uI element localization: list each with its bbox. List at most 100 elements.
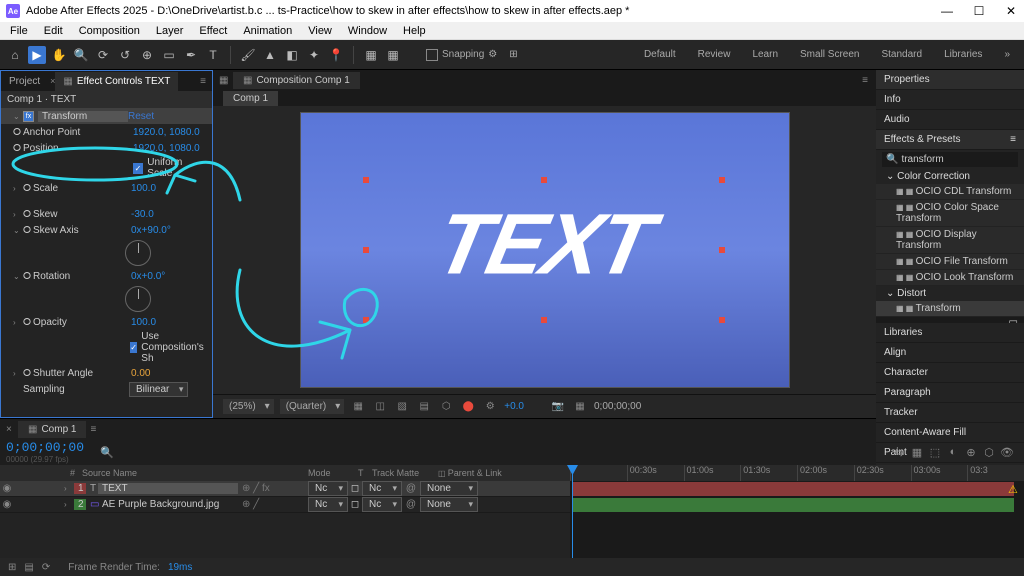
panel-paragraph[interactable]: Paragraph (876, 383, 1024, 403)
skewaxis-dial[interactable] (125, 240, 151, 266)
parent-dd[interactable]: None (420, 481, 478, 496)
matte-dd[interactable]: Nc (362, 481, 402, 496)
tl-layer-row[interactable]: ◉ › 2 ▭ AE Purple Background.jpg ⊕ ╱ Nc … (0, 497, 570, 513)
uniform-checkbox[interactable]: ✓ (133, 163, 144, 174)
panel-effects-presets[interactable]: Effects & Presets (884, 134, 961, 145)
val-opacity[interactable]: 100.0 (131, 317, 156, 328)
hand-tool[interactable]: ✋ (50, 46, 68, 64)
val-skew[interactable]: -30.0 (131, 209, 154, 220)
snapping-checkbox[interactable] (426, 49, 438, 61)
workspace-review[interactable]: Review (690, 45, 739, 64)
tl-icon[interactable]: ◐ (946, 446, 960, 459)
snapping-extra-icon[interactable]: ⊞ (509, 49, 517, 60)
home-tool[interactable]: ⌂ (6, 46, 24, 64)
panel-align[interactable]: Align (876, 343, 1024, 363)
ep-item[interactable]: ▦ ▦ OCIO File Transform (876, 254, 1024, 270)
workspace-smallscreen[interactable]: Small Screen (792, 45, 867, 64)
type-tool[interactable]: T (204, 46, 222, 64)
val-shutter[interactable]: 0.00 (131, 368, 150, 379)
zoom-tool[interactable]: 🔍 (72, 46, 90, 64)
eraser-tool[interactable]: ◧ (283, 46, 301, 64)
vf-3d-icon[interactable]: ⬡ (438, 399, 454, 415)
mode-b-icon[interactable]: ▦ (384, 46, 402, 64)
vf-color-icon[interactable]: ⬤ (460, 399, 476, 415)
playhead[interactable] (572, 465, 573, 558)
selection-tool[interactable]: ▶ (28, 46, 46, 64)
orbit-tool[interactable]: ⟳ (94, 46, 112, 64)
effect-name[interactable]: Transform (38, 111, 128, 122)
roto-tool[interactable]: ✦ (305, 46, 323, 64)
menu-animation[interactable]: Animation (237, 23, 298, 39)
zoom-dropdown[interactable]: (25%) (223, 399, 274, 414)
pen-tool[interactable]: ✒ (182, 46, 200, 64)
ep-item[interactable]: ▦ ▦ OCIO Look Transform (876, 270, 1024, 286)
tl-lock-icon[interactable]: × (6, 424, 18, 435)
visibility-icon[interactable]: ◉ (0, 483, 14, 494)
layer-name[interactable]: AE Purple Background.jpg (98, 499, 238, 510)
parent-dd[interactable]: None (420, 497, 478, 512)
tab-project[interactable]: Project (1, 72, 48, 91)
handle[interactable] (363, 317, 369, 323)
tl-icon[interactable]: ⬚ (928, 446, 942, 459)
panel-menu-icon[interactable]: ≡ (194, 76, 212, 87)
panel-libraries[interactable]: Libraries (876, 323, 1024, 343)
composition-viewer[interactable]: TEXT (300, 112, 790, 388)
tl-icon[interactable]: ⬡ (982, 446, 996, 459)
layer-bar[interactable] (572, 482, 1014, 496)
tl-track-area[interactable]: 00:30s01:00s01:30s02:00s02:30s03:00s03:3… (570, 465, 1024, 558)
tab-effect-controls[interactable]: ▦Effect Controls TEXT (55, 72, 178, 91)
ep-item[interactable]: ▦ ▦ OCIO Color Space Transform (876, 200, 1024, 227)
panel-properties[interactable]: Properties (876, 70, 1024, 90)
clone-tool[interactable]: ▲ (261, 46, 279, 64)
col-parent[interactable]: ◫ Parent & Link (434, 468, 506, 478)
anchor-tool[interactable]: ⊕ (138, 46, 156, 64)
tl-layer-row[interactable]: ◉ › 1 T TEXT ⊕ ╱ fx Nc ◻ Nc @ None (0, 481, 570, 497)
tab-composition[interactable]: ▦Composition Comp 1 (233, 72, 360, 89)
tl-foot-icon[interactable]: ▤ (24, 562, 33, 573)
vf-show-icon[interactable]: ▦ (572, 399, 588, 415)
minimize-button[interactable]: — (940, 4, 954, 18)
warning-icon[interactable]: ⚠ (1008, 483, 1022, 497)
menu-window[interactable]: Window (342, 23, 393, 39)
panel-audio[interactable]: Audio (876, 110, 1024, 130)
panel-character[interactable]: Character (876, 363, 1024, 383)
val-rotation[interactable]: 0x+0.0° (131, 271, 165, 282)
comp-lock-icon[interactable]: ▦ (219, 75, 231, 86)
close-button[interactable]: ✕ (1004, 4, 1018, 18)
ep-search[interactable]: 🔍× (882, 152, 1018, 167)
maximize-button[interactable]: ☐ (972, 4, 986, 18)
vf-gear-icon[interactable]: ⚙ (482, 399, 498, 415)
timecode[interactable]: 0;00;00;00 (6, 440, 84, 455)
handle[interactable] (719, 177, 725, 183)
handle[interactable] (541, 177, 547, 183)
tl-foot-icon[interactable]: ⟳ (42, 562, 50, 573)
exposure-value[interactable]: +0.0 (504, 401, 524, 412)
workspace-standard[interactable]: Standard (873, 45, 930, 64)
ep-search-input[interactable] (901, 154, 1024, 165)
menu-file[interactable]: File (4, 23, 34, 39)
menu-layer[interactable]: Layer (150, 23, 190, 39)
pickwhip-icon[interactable]: @ (402, 483, 420, 494)
tl-search-icon[interactable]: 🔍 (100, 446, 114, 459)
visibility-icon[interactable]: ◉ (0, 499, 14, 510)
handle[interactable] (363, 177, 369, 183)
vf-snapshot-icon[interactable]: 📷 (550, 399, 566, 415)
tl-icon[interactable]: 👁 (1000, 446, 1014, 459)
pickwhip-icon[interactable]: @ (402, 499, 420, 510)
matte-dd[interactable]: Nc (362, 497, 402, 512)
menu-composition[interactable]: Composition (73, 23, 146, 39)
panel-info[interactable]: Info (876, 90, 1024, 110)
menu-effect[interactable]: Effect (193, 23, 233, 39)
vf-channel-icon[interactable]: ▧ (394, 399, 410, 415)
tl-menu-icon[interactable]: ≡ (90, 424, 96, 435)
col-source[interactable]: Source Name (78, 468, 232, 478)
tl-icon[interactable]: ⇆ (892, 446, 906, 459)
handle[interactable] (719, 247, 725, 253)
ep-item[interactable]: ▦ ▦ OCIO Display Transform (876, 227, 1024, 254)
puppet-tool[interactable]: 📍 (327, 46, 345, 64)
workspace-learn[interactable]: Learn (744, 45, 786, 64)
col-mode[interactable]: Mode (304, 468, 354, 478)
ep-item-transform[interactable]: ▦ ▦ Transform (876, 301, 1024, 317)
reset-link[interactable]: Reset (128, 111, 154, 122)
workspace-more-icon[interactable]: » (996, 45, 1018, 64)
